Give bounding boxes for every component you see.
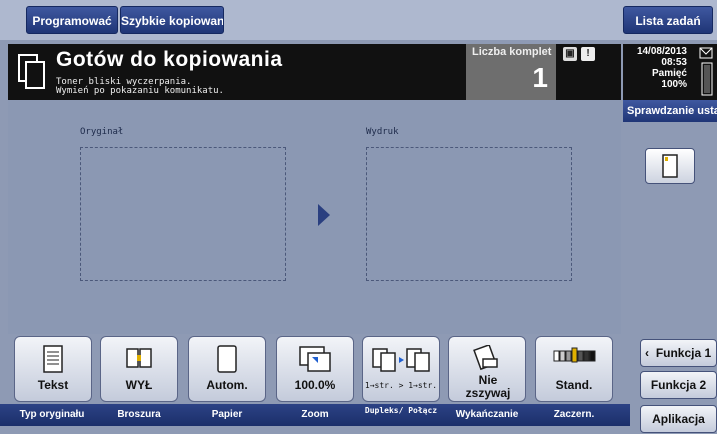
envelope-icon [699, 47, 713, 59]
broszura-value: WYŁ [125, 378, 153, 392]
text-document-icon [43, 345, 63, 373]
booklet-icon [126, 348, 152, 368]
copy-count-label: Liczba komplet [472, 46, 552, 58]
broszura-label: Broszura [117, 409, 161, 420]
papier-button[interactable]: Autom. [188, 336, 266, 402]
sprawdzanie-ustawien-button[interactable]: Sprawdzanie usta [623, 100, 717, 122]
memory-label: Pamięć [651, 68, 687, 79]
wykanczanie-button[interactable]: Nie zszywaj [448, 336, 526, 402]
chevron-left-icon: ‹ [645, 346, 649, 360]
status-title: Gotów do kopiowania [56, 48, 283, 71]
typ-oryginalu-button[interactable]: Tekst [14, 336, 92, 402]
warning-icon[interactable]: ! [581, 47, 595, 61]
szybkie-kopiowanie-button[interactable]: Szybkie kopiowani [120, 6, 224, 34]
typ-oryginalu-value: Tekst [37, 378, 69, 392]
memory-value: 100% [661, 79, 687, 90]
wykanczanie-label: Wykańczanie [455, 409, 519, 420]
status-panel: Gotów do kopiowania Toner bliski wyczerp… [8, 44, 621, 100]
zoom-icon [299, 346, 331, 372]
copy-document-icon [18, 54, 45, 89]
page-orientation-icon [662, 154, 678, 178]
copy-count-value: 1 [532, 62, 548, 93]
output-label: Wydruk [366, 127, 399, 137]
copy-count-panel[interactable]: Liczba komplet 1 [466, 44, 556, 100]
zaczernienie-button[interactable]: Stand. [535, 336, 613, 402]
staple-icon [473, 345, 498, 371]
wykanczanie-value: Nie zszywaj [465, 373, 511, 400]
original-preview-box [80, 147, 286, 281]
duplex-icon [372, 348, 430, 372]
density-icon [553, 347, 596, 363]
paper-icon [217, 345, 237, 373]
dupleks-value: 1→str. > 1→str. [364, 381, 438, 390]
zoom-value: 100.0% [294, 378, 336, 392]
preview-arrow-icon [318, 204, 330, 226]
aplikacja-button[interactable]: Aplikacja [640, 405, 717, 433]
funkcja-1-label: Funkcja 1 [655, 346, 712, 360]
zaczernienie-value: Stand. [555, 378, 593, 392]
dupleks-label: Dupleks/ Połącz [364, 406, 438, 415]
status-message: Toner bliski wyczerpania. Wymień po poka… [56, 78, 224, 96]
original-label: Oryginał [80, 127, 124, 137]
zaczernienie-label: Zaczern. [553, 409, 595, 420]
zoom-label: Zoom [301, 409, 329, 420]
funkcja-2-button[interactable]: Funkcja 2 [640, 371, 717, 399]
info-panel: 14/08/2013 08:53 Pamięć 100% [623, 44, 717, 100]
broszura-button[interactable]: WYŁ [100, 336, 178, 402]
papier-value: Autom. [206, 378, 248, 392]
typ-oryginalu-label: Typ oryginału [19, 409, 85, 420]
funkcja-1-button[interactable]: ‹ Funkcja 1 [640, 339, 717, 367]
programowac-button[interactable]: Programować [26, 6, 118, 34]
memory-gauge-icon [701, 62, 713, 96]
orientation-button[interactable] [645, 148, 695, 184]
status-message-line2: Wymień po pokazaniu komunikatu. [56, 86, 224, 96]
output-preview-box [366, 147, 572, 281]
printer-status-icon[interactable]: ▣ [563, 47, 577, 61]
zoom-button[interactable]: 100.0% [276, 336, 354, 402]
lista-zadan-button[interactable]: Lista zadań [623, 6, 713, 34]
date-text: 14/08/2013 [636, 46, 687, 57]
papier-label: Papier [211, 409, 243, 420]
time-text: 08:53 [661, 57, 687, 68]
dupleks-button[interactable]: 1→str. > 1→str. [362, 336, 440, 402]
